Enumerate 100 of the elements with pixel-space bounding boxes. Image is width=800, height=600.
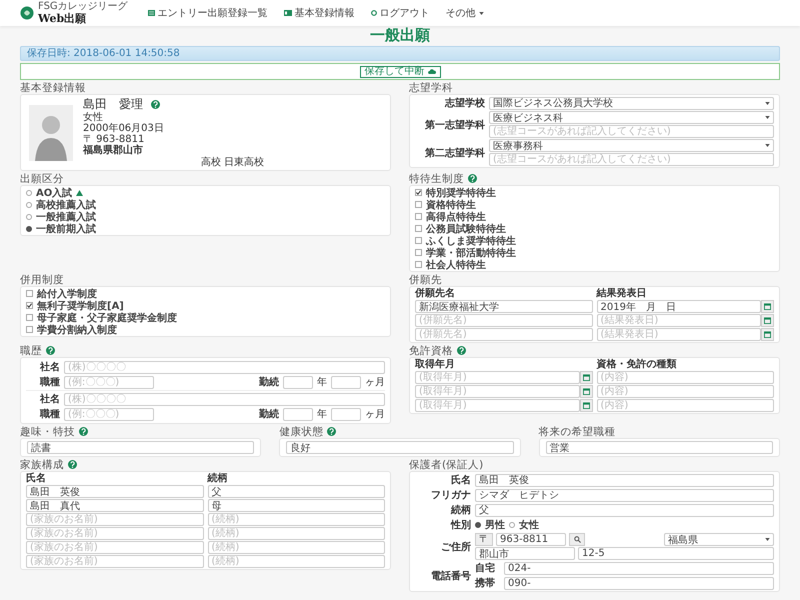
id-card-icon <box>284 10 292 16</box>
column-header: 結果発表日 <box>596 288 648 299</box>
text-field[interactable]: (結果発表日) <box>596 328 761 341</box>
text-field[interactable]: (結果発表日) <box>596 314 761 327</box>
radio-button[interactable] <box>26 214 32 220</box>
radio-button[interactable] <box>509 522 515 528</box>
checkbox[interactable] <box>415 189 422 196</box>
nav-link[interactable]: ログアウト <box>370 6 430 20</box>
text-field[interactable]: (取得年月) <box>415 385 580 398</box>
text-field[interactable]: 良好 <box>286 441 514 454</box>
field-label: 勤続 <box>259 408 279 421</box>
dropdown[interactable]: 医療事務科 <box>489 139 774 152</box>
calendar-button[interactable] <box>580 385 592 398</box>
section-heading: 併用制度 <box>20 272 64 286</box>
calendar-button[interactable] <box>580 399 592 412</box>
field-label: 第一志望学科 <box>424 118 485 132</box>
checkbox[interactable] <box>415 237 422 244</box>
address-text: 福島県郡山市 <box>83 145 144 156</box>
checkbox[interactable] <box>26 314 33 321</box>
text-field[interactable]: 島田 真代 <box>26 499 204 512</box>
option-label: 公務員試験特待生 <box>426 222 506 236</box>
radio-button[interactable] <box>26 190 32 196</box>
calendar-icon <box>582 402 590 409</box>
option-label: 男性 <box>485 518 505 532</box>
text-field[interactable]: (例:〇〇〇) <box>64 376 154 388</box>
text-field[interactable]: (続柄) <box>208 513 385 526</box>
saved-notice: 保存日時: 2018-06-01 14:50:58 <box>20 46 780 61</box>
dropdown[interactable]: 福島県 <box>664 533 774 546</box>
checkbox[interactable] <box>26 290 33 297</box>
column-header: 氏名 <box>26 473 47 484</box>
text-field[interactable]: 母 <box>208 499 385 512</box>
option-label: 女性 <box>519 518 539 532</box>
text-field[interactable]: 島田 英俊 <box>475 474 774 486</box>
search-button[interactable] <box>569 533 585 546</box>
caret-icon <box>765 538 770 541</box>
text-field[interactable]: 島田 英俊 <box>26 485 204 498</box>
option-label: 一般前期入試 <box>36 222 96 236</box>
text-field[interactable]: (取得年月) <box>415 399 580 412</box>
text-field[interactable]: 024- <box>504 562 774 574</box>
checkbox[interactable] <box>415 213 422 220</box>
calendar-button[interactable] <box>761 314 774 327</box>
checkbox[interactable] <box>26 302 33 309</box>
text-field[interactable]: (続柄) <box>208 527 385 540</box>
checkbox[interactable] <box>415 201 422 208</box>
text-field[interactable]: 2019年 月 日 <box>596 300 761 313</box>
option-label: 学業・部活動特待生 <box>426 246 516 260</box>
field-label: 職種 <box>38 408 60 421</box>
text-field[interactable]: 090- <box>504 576 774 590</box>
field-label: 氏名 <box>450 474 471 487</box>
option-label: 学費分割納入制度 <box>37 322 117 336</box>
text-field[interactable]: 父 <box>475 504 774 516</box>
column-header: 取得年月 <box>415 359 456 370</box>
unit-label: ヶ月 <box>365 376 385 389</box>
radio-button[interactable] <box>26 202 32 208</box>
calendar-button[interactable] <box>761 328 774 341</box>
option-label: 特別奨学特待生 <box>426 186 496 200</box>
nav-link[interactable]: 基本登録情報 <box>284 6 355 20</box>
text-field[interactable]: 読書 <box>27 441 254 454</box>
checkbox[interactable] <box>415 249 422 256</box>
text-field[interactable]: (取得年月) <box>415 371 580 384</box>
text-field[interactable]: 郡山市 <box>475 547 575 560</box>
checkbox[interactable] <box>415 225 422 232</box>
nav-link[interactable]: エントリー出願登録一覧 <box>148 6 268 20</box>
section-heading: 趣味・特技 <box>20 424 75 438</box>
text-field[interactable]: 営業 <box>546 441 773 454</box>
text-field[interactable] <box>331 408 361 420</box>
text-field[interactable]: 963-8811 <box>496 533 566 546</box>
text-field[interactable] <box>283 376 313 388</box>
text-field[interactable]: 新潟医療福祉大学 <box>415 300 592 313</box>
cloud-icon <box>428 69 436 74</box>
list-icon <box>148 10 155 16</box>
dropdown[interactable]: 医療ビジネス科 <box>489 111 774 124</box>
section-heading: 特待生制度 <box>409 172 464 186</box>
postal-code-text: 〒 963-8811 <box>83 134 146 145</box>
text-field[interactable]: 父 <box>208 485 385 498</box>
text-field[interactable]: (併願先名) <box>415 314 592 327</box>
text-field[interactable]: (株)〇〇〇〇 <box>64 392 385 406</box>
field-label: 職種 <box>38 376 60 389</box>
text-field[interactable]: シマダ ヒデトシ <box>475 488 774 502</box>
section-heading: 保護者(保証人) <box>409 458 484 472</box>
checkbox[interactable] <box>26 326 33 333</box>
text-field[interactable]: (続柄) <box>208 541 385 554</box>
text-field[interactable]: (続柄) <box>208 555 385 568</box>
text-field[interactable]: 12-5 <box>578 547 774 560</box>
nav-link[interactable]: その他 <box>446 6 484 20</box>
section-heading: 将来の希望職種 <box>538 424 616 438</box>
page-title: 一般出願 <box>369 26 431 44</box>
radio-button[interactable] <box>475 522 481 528</box>
radio-button[interactable] <box>26 226 32 232</box>
text-field[interactable]: (株)〇〇〇〇 <box>64 360 385 374</box>
text-field[interactable]: (併願先名) <box>415 328 592 341</box>
column-header: 併願先名 <box>415 288 456 299</box>
calendar-button[interactable] <box>761 300 774 313</box>
text-field[interactable] <box>283 408 313 420</box>
dropdown[interactable]: 国際ビジネス公務員大学校 <box>489 96 774 110</box>
text-field[interactable] <box>331 376 361 388</box>
text-field[interactable]: (例:〇〇〇) <box>64 408 154 420</box>
checkbox[interactable] <box>415 261 422 268</box>
calendar-button[interactable] <box>580 371 592 384</box>
photo-placeholder <box>29 104 73 160</box>
